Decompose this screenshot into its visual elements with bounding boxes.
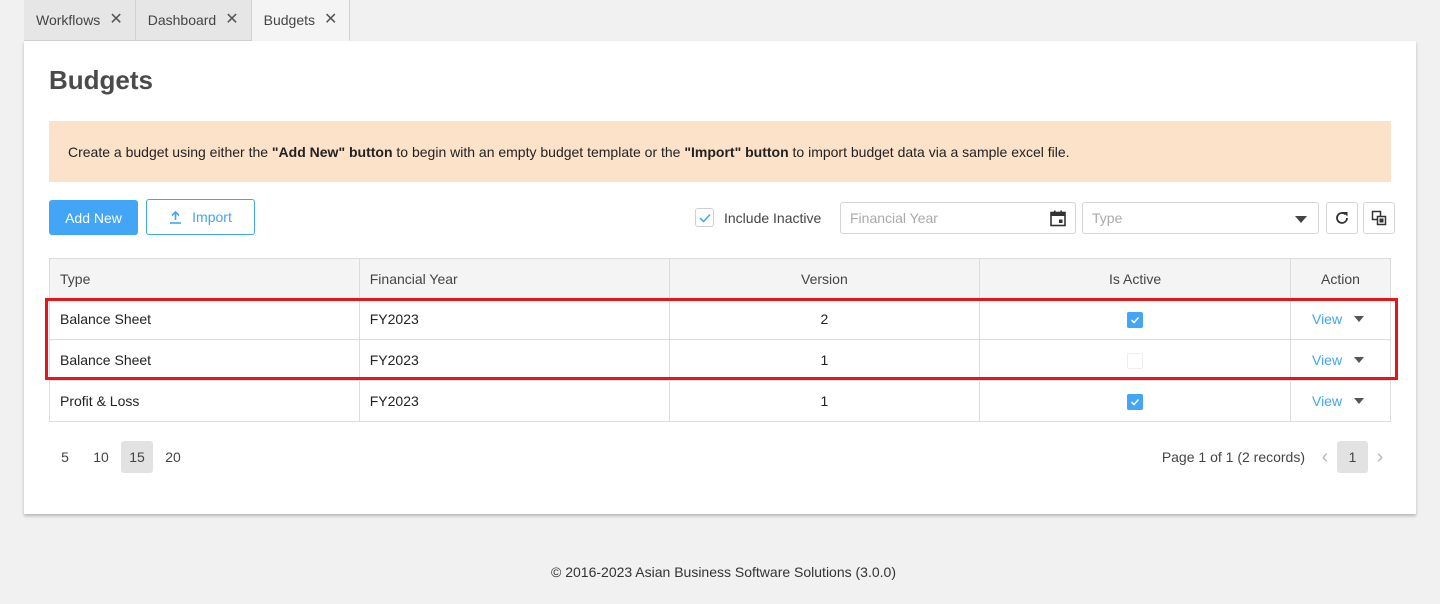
cell-is-active	[979, 380, 1291, 422]
cell-financial-year: FY2023	[358, 339, 670, 381]
banner-text-3: to import budget data via a sample excel…	[788, 143, 1070, 160]
cell-type: Profit & Loss	[49, 380, 360, 422]
tab-dashboard[interactable]: Dashboard ✕	[135, 0, 252, 41]
cell-type: Balance Sheet	[49, 298, 360, 340]
cell-financial-year: FY2023	[358, 298, 670, 340]
include-inactive-label: Include Inactive	[724, 209, 822, 226]
cell-version: 1	[668, 339, 981, 381]
banner-bold-add-new: "Add New" button	[271, 143, 393, 160]
check-icon	[698, 213, 711, 223]
cell-action: View	[1289, 380, 1392, 422]
cell-version: 1	[668, 380, 981, 422]
check-icon	[1131, 316, 1140, 324]
refresh-button[interactable]	[1326, 202, 1358, 234]
close-icon[interactable]: ✕	[109, 12, 122, 28]
import-button[interactable]: Import	[146, 199, 255, 235]
banner-text-2: to begin with an empty budget template o…	[392, 143, 685, 160]
budgets-table: Type Financial Year Version Is Active Ac…	[49, 258, 1392, 422]
page-size-option[interactable]: 5	[49, 441, 81, 473]
view-link[interactable]: View	[1312, 352, 1342, 368]
tab-label: Budgets	[263, 12, 315, 28]
import-label: Import	[192, 209, 232, 225]
chevron-down-icon[interactable]	[1354, 357, 1365, 363]
tab-budgets[interactable]: Budgets ✕	[251, 0, 351, 41]
close-icon[interactable]: ✕	[225, 12, 238, 28]
calendar-icon[interactable]	[1050, 210, 1066, 227]
chevron-left-icon[interactable]: ‹	[1313, 446, 1337, 469]
chevron-down-icon[interactable]	[1354, 398, 1365, 404]
type-placeholder: Type	[1092, 210, 1123, 226]
cell-is-active	[979, 339, 1291, 381]
budgets-card: Budgets Create a budget using either the…	[24, 41, 1416, 514]
pagination: Page 1 of 1 (2 records) ‹ 1 ›	[1162, 441, 1392, 473]
tab-workflows[interactable]: Workflows ✕	[24, 0, 136, 41]
table-header-row: Type Financial Year Version Is Active Ac…	[49, 258, 1392, 299]
cell-version: 2	[668, 298, 981, 340]
active-checkbox-checked	[1127, 311, 1144, 328]
table-row[interactable]: Balance Sheet FY2023 2 View	[49, 298, 1392, 340]
export-button[interactable]	[1363, 202, 1395, 234]
cell-type: Balance Sheet	[49, 339, 360, 381]
cell-action: View	[1289, 339, 1392, 381]
cell-financial-year: FY2023	[358, 380, 670, 422]
page-size-option[interactable]: 20	[157, 441, 189, 473]
active-checkbox-unchecked	[1127, 352, 1144, 369]
footer-copyright: © 2016-2023 Asian Business Software Solu…	[551, 564, 896, 580]
column-header-action: Action	[1289, 258, 1392, 299]
financial-year-placeholder: Financial Year	[850, 210, 938, 226]
info-banner: Create a budget using either the "Add Ne…	[49, 121, 1391, 182]
banner-bold-import: "Import" button	[684, 143, 789, 160]
include-inactive-checkbox[interactable]	[695, 208, 714, 227]
chevron-down-icon	[1295, 216, 1307, 223]
type-select[interactable]: Type	[1082, 202, 1319, 234]
column-header-is-active[interactable]: Is Active	[979, 258, 1291, 299]
include-inactive-toggle[interactable]: Include Inactive	[695, 208, 821, 227]
active-checkbox-checked	[1127, 393, 1144, 410]
page-size-selector: 5 10 15 20	[49, 441, 189, 473]
view-link[interactable]: View	[1312, 393, 1342, 409]
page-size-option[interactable]: 10	[85, 441, 117, 473]
add-new-button[interactable]: Add New	[49, 200, 138, 235]
tab-label: Workflows	[36, 12, 101, 28]
tab-label: Dashboard	[147, 12, 217, 28]
chevron-right-icon[interactable]: ›	[1368, 446, 1392, 469]
column-header-version[interactable]: Version	[668, 258, 981, 299]
view-link[interactable]: View	[1312, 311, 1342, 327]
table-row[interactable]: Profit & Loss FY2023 1 View	[49, 380, 1392, 422]
page-size-option-selected[interactable]: 15	[121, 441, 153, 473]
column-header-type[interactable]: Type	[49, 258, 360, 299]
page-title: Budgets	[49, 65, 153, 95]
chevron-down-icon[interactable]	[1354, 316, 1365, 322]
table-row[interactable]: Balance Sheet FY2023 1 View	[49, 339, 1392, 381]
cell-action: View	[1289, 298, 1392, 340]
tab-bar: Workflows ✕ Dashboard ✕ Budgets ✕	[24, 0, 351, 41]
financial-year-input[interactable]: Financial Year	[840, 202, 1076, 234]
cell-is-active	[979, 298, 1291, 340]
page-summary: Page 1 of 1 (2 records)	[1161, 449, 1305, 465]
check-icon	[1131, 398, 1140, 406]
page-number-button[interactable]: 1	[1337, 441, 1368, 473]
close-icon[interactable]: ✕	[324, 12, 337, 28]
export-icon	[1371, 210, 1387, 226]
column-header-financial-year[interactable]: Financial Year	[358, 258, 670, 299]
banner-text-1: Create a budget using either the	[68, 143, 272, 160]
refresh-icon	[1336, 212, 1348, 224]
upload-icon	[170, 210, 182, 224]
